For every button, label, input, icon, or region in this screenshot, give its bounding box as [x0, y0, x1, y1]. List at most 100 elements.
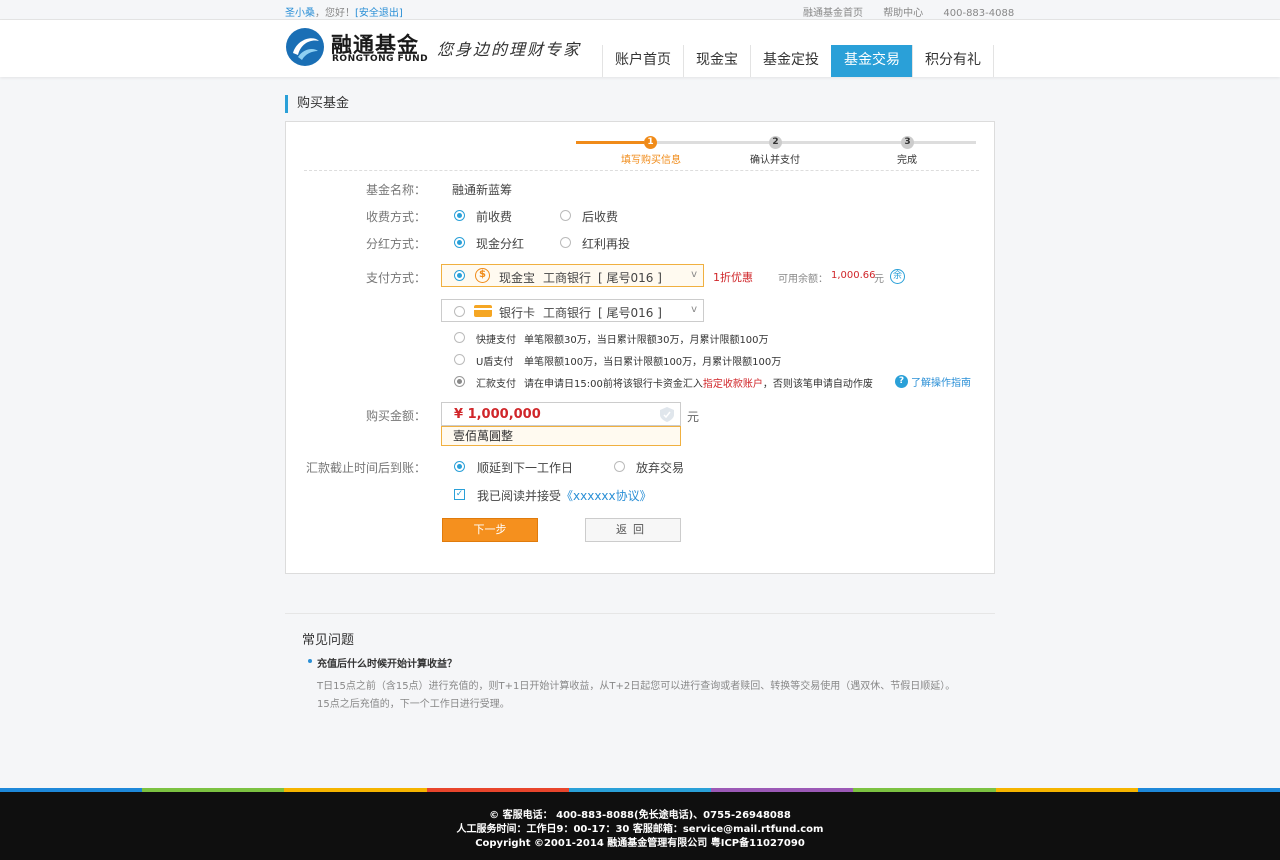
- amount-unit: 元: [687, 410, 700, 424]
- fund-name-value: 融通新蓝筹: [452, 183, 513, 197]
- payment-cash-treasure-radio[interactable]: [454, 270, 465, 281]
- balance-unit: 元: [874, 274, 884, 285]
- footer-service-hours: 人工服务时间：工作日9：00-17：30 客服邮箱：service@mail.r…: [456, 824, 824, 835]
- amount-value: ¥ 1,000,000: [454, 407, 541, 422]
- ushield-pay-radio[interactable]: [454, 354, 465, 365]
- cutoff-abandon-label: 放弃交易: [636, 461, 685, 475]
- username-link[interactable]: 圣小桑: [285, 8, 315, 19]
- next-step-button[interactable]: 下一步: [442, 518, 538, 542]
- nav-item-fund-investment-plan[interactable]: 基金定投: [750, 45, 831, 77]
- step-line-done: [576, 141, 644, 144]
- cutoff-abandon-radio[interactable]: [614, 461, 625, 472]
- brand-slogan: 您身边的理财专家: [437, 40, 582, 59]
- nav-item-account-home[interactable]: 账户首页: [602, 45, 683, 77]
- step-3-marker: 3: [901, 136, 914, 149]
- remit-desc-2: ，否则该笔申请自动作废: [762, 379, 873, 390]
- coin-icon: $: [475, 268, 490, 283]
- faq-title: 常见问题: [302, 633, 355, 648]
- payment-cash-treasure-select[interactable]: $ 现金宝 工商银行 [ 尾号016 ] v: [441, 264, 704, 287]
- faq-answer-line-2: 15点之后充值的，下一个工作日进行受理。: [317, 699, 510, 710]
- faq-answer-line-1: T日15点之前（含15点）进行充值的，则T+1日开始计算收益，从T+2日起您可以…: [317, 681, 956, 692]
- amount-input[interactable]: ¥ 1,000,000: [441, 402, 681, 426]
- payment-bank-card-select[interactable]: 银行卡 工商银行 [ 尾号016 ] v: [441, 299, 704, 322]
- footer: © 客服电话： 400-883-8088(免长途电话)、0755-2694808…: [0, 792, 1280, 860]
- greeting-text: ，您好！: [315, 8, 355, 19]
- amount-label: 购买金额：: [365, 409, 426, 423]
- payment-bank-card-bank: 工商银行: [543, 306, 592, 320]
- purchase-form-panel: 1 2 3 填写购买信息 确认并支付 完成 基金名称： 融通新蓝筹 收费方式： …: [285, 121, 995, 574]
- page-title: 购买基金: [285, 95, 349, 113]
- agreement-text: 我已阅读并接受《xxxxxx协议》: [477, 487, 652, 504]
- faq-question: 充值后什么时候开始计算收益？: [308, 655, 457, 670]
- main-nav: 账户首页 现金宝 基金定投 基金交易 积分有礼: [602, 45, 994, 77]
- fee-method-label: 收费方式：: [365, 210, 426, 224]
- footer-copyright: Copyright ©2001-2014 融通基金管理有限公司 粤ICP备110…: [475, 838, 805, 849]
- designated-account-link[interactable]: 指定收款账户: [703, 379, 763, 390]
- fee-front-label: 前收费: [476, 210, 513, 224]
- remit-desc-1: 请在申请日15:00前将该银行卡资金汇入: [524, 379, 703, 390]
- payment-bank-card-radio[interactable]: [454, 306, 465, 317]
- cutoff-label: 汇款截止时间后到账：: [305, 461, 426, 475]
- logo-icon[interactable]: [285, 27, 325, 67]
- agreement-link[interactable]: 《xxxxxx协议》: [561, 489, 652, 503]
- faq-divider: [285, 613, 995, 614]
- ushield-pay-label: U盾支付: [476, 357, 514, 368]
- payment-cash-treasure-name: 现金宝: [499, 271, 536, 285]
- step-2-marker: 2: [769, 136, 782, 149]
- nav-item-points-rewards[interactable]: 积分有礼: [912, 45, 994, 77]
- step-1-label: 填写购买信息: [621, 155, 681, 166]
- balance-info-icon[interactable]: 余: [890, 269, 905, 284]
- step-line-pending: [644, 141, 976, 144]
- amount-chinese-hint: 壹佰萬圓整: [441, 426, 681, 446]
- nav-item-fund-trading[interactable]: 基金交易: [831, 45, 912, 77]
- dividend-cash-radio[interactable]: [454, 237, 465, 248]
- ushield-pay-limits: 单笔限额100万，当日累计限额100万，月累计限额100万: [524, 357, 782, 368]
- dividend-method-label: 分红方式：: [365, 237, 426, 251]
- payment-method-label: 支付方式：: [365, 271, 426, 285]
- balance-value: 1,000.66: [831, 270, 876, 281]
- logout-link[interactable]: [安全退出]: [355, 8, 403, 19]
- payment-cash-treasure-tail: [ 尾号016 ]: [598, 271, 662, 285]
- quick-pay-label: 快捷支付: [476, 335, 516, 346]
- divider: [304, 170, 979, 171]
- cutoff-postpone-radio[interactable]: [454, 461, 465, 472]
- remit-pay-label: 汇款支付: [476, 379, 516, 390]
- help-center-link[interactable]: 帮助中心: [883, 8, 923, 19]
- home-link[interactable]: 融通基金首页: [803, 8, 863, 19]
- bank-card-icon: [474, 305, 492, 317]
- remit-pay-desc: 请在申请日15:00前将该银行卡资金汇入指定收款账户，否则该笔申请自动作废: [524, 375, 873, 390]
- operation-guide-link[interactable]: 了解操作指南: [911, 374, 971, 389]
- step-1-marker: 1: [644, 136, 657, 149]
- faq-question-text: 充值后什么时候开始计算收益？: [317, 659, 457, 670]
- fee-front-radio[interactable]: [454, 210, 465, 221]
- discount-badge: 1折优惠: [713, 271, 753, 284]
- header: 融通基金 RONGTONG FUND 您身边的理财专家 账户首页 现金宝 基金定…: [0, 20, 1280, 77]
- dividend-reinvest-label: 红利再投: [582, 237, 631, 251]
- remit-pay-radio[interactable]: [454, 376, 465, 387]
- agreement-prefix: 我已阅读并接受: [477, 489, 562, 503]
- hotline-text: 400-883-4088: [943, 8, 1015, 19]
- cutoff-postpone-label: 顺延到下一工作日: [477, 461, 574, 475]
- balance-label: 可用余额：: [778, 274, 828, 285]
- chevron-down-icon[interactable]: v: [691, 269, 697, 280]
- fee-back-radio[interactable]: [560, 210, 571, 221]
- top-links: 融通基金首页 帮助中心 400-883-4088: [803, 4, 1014, 19]
- payment-bank-card-name: 银行卡: [499, 306, 536, 320]
- user-greeting: 圣小桑，您好！[安全退出]: [285, 4, 403, 19]
- top-bar: 圣小桑，您好！[安全退出] 融通基金首页 帮助中心 400-883-4088: [0, 0, 1280, 20]
- fund-name-label: 基金名称：: [365, 183, 426, 197]
- step-2-label: 确认并支付: [750, 155, 800, 166]
- back-button[interactable]: 返回: [585, 518, 681, 542]
- fee-back-label: 后收费: [582, 210, 619, 224]
- nav-item-cash-treasure[interactable]: 现金宝: [683, 45, 750, 77]
- payment-bank-card-tail: [ 尾号016 ]: [598, 306, 662, 320]
- step-3-label: 完成: [897, 155, 917, 166]
- brand-name-en: RONGTONG FUND: [332, 54, 429, 64]
- payment-cash-treasure-bank: 工商银行: [543, 271, 592, 285]
- help-icon[interactable]: ?: [895, 375, 908, 388]
- agreement-checkbox[interactable]: ✓: [454, 489, 465, 500]
- quick-pay-radio[interactable]: [454, 332, 465, 343]
- dividend-reinvest-radio[interactable]: [560, 237, 571, 248]
- chevron-down-icon[interactable]: v: [691, 304, 697, 315]
- shield-icon: [660, 407, 674, 422]
